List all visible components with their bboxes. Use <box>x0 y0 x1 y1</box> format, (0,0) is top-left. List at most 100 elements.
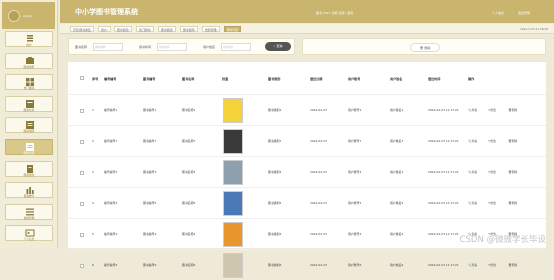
avatar[interactable] <box>8 10 20 22</box>
delete-button[interactable]: 🗑删除 <box>508 263 517 267</box>
tab-6[interactable]: 借阅管理/ <box>202 26 220 32</box>
sidebar: admin 用户图书类型热门图书图书信息图书借阅图书归还图书预约借阅统计系统管理… <box>0 0 58 248</box>
sidebar-item-8[interactable]: 系统管理 <box>5 204 53 220</box>
cell-cat: 图书类别1 <box>268 108 281 112</box>
tab-5[interactable]: 图书借阅/ <box>180 26 198 32</box>
tab-1[interactable]: 用户/ <box>98 26 111 32</box>
column-header-9: 借还时间 <box>428 62 462 94</box>
sidebar-item-2[interactable]: 热门图书 <box>5 74 53 90</box>
column-header-5: 图书类别 <box>268 62 302 94</box>
sidebar-item-7[interactable]: 借阅统计 <box>5 182 53 198</box>
tabs-bar: 首页/图书类型用户/图书借阅/热门图书/图书借阅/图书借阅/借阅管理/图书归还 … <box>60 24 554 34</box>
edit-label: 修改 <box>490 263 496 267</box>
sidebar-item-label: 图书归还 <box>6 151 52 155</box>
cell-code: 编号编号5 <box>104 201 117 205</box>
edit-button[interactable]: ✎修改 <box>488 201 496 205</box>
view-label: 查看 <box>471 170 477 174</box>
search-label-book-name: 图书名称 <box>75 45 87 49</box>
sidebar-item-3[interactable]: 图书信息 <box>5 96 53 112</box>
sidebar-item-0[interactable]: 用户 <box>5 31 53 47</box>
current-date: 2024-4-23 21:38:38 <box>520 27 548 31</box>
borrow-time-input[interactable]: 借书时间 <box>157 43 187 51</box>
column-header-7: 用户账号 <box>348 62 382 94</box>
cell-code: 编号编号1 <box>104 108 117 112</box>
search-panel: 图书名称 图书名称 借书时间 借书时间 用户姓名 用户姓名 ⌕ 查询 <box>68 38 295 55</box>
sidebar-item-6[interactable]: 图书预约 <box>5 161 53 177</box>
tab-0[interactable]: 首页/图书类型 <box>70 26 94 32</box>
row-checkbox[interactable] <box>80 264 84 268</box>
row-checkbox[interactable] <box>80 109 84 113</box>
view-button[interactable]: 🔍查看 <box>468 170 477 174</box>
cell-date: 2024-04-23 <box>310 232 327 236</box>
cell-acct: 用户账号5 <box>348 201 361 205</box>
header-info: 图书 2017 功能 实用 | 首页 <box>316 11 353 15</box>
cell-book_no: 图书编号4 <box>143 232 156 236</box>
user-name-input[interactable]: 用户姓名 <box>221 43 251 51</box>
table-row: 4编号编号5图书编号5图书名称5图书类别52024-04-23用户账号5用户姓名… <box>68 187 546 218</box>
tab-3[interactable]: 热门图书/ <box>136 26 154 32</box>
cell-cat: 图书类别3 <box>268 170 281 174</box>
cell-book_no: 图书编号7 <box>143 139 156 143</box>
search-label-borrow-time: 借书时间 <box>139 45 151 49</box>
row-checkbox[interactable] <box>80 202 84 206</box>
column-header-2: 图书编号 <box>143 62 177 94</box>
column-header-8: 用户姓名 <box>390 62 424 94</box>
view-label: 查看 <box>471 201 477 205</box>
view-button[interactable]: 🔍查看 <box>468 263 477 267</box>
select-all-checkbox[interactable] <box>80 76 84 80</box>
edit-button[interactable]: ✎修改 <box>488 108 496 112</box>
sidebar-item-label: 热门图书 <box>6 86 52 90</box>
row-checkbox[interactable] <box>80 140 84 144</box>
search-button[interactable]: ⌕ 查询 <box>265 42 291 51</box>
batch-delete-button[interactable]: 🗑 删除 <box>410 43 440 52</box>
cell-time: 2024-04-23 11:17:21 <box>428 201 459 205</box>
cell-code: 编号编号3 <box>104 170 117 174</box>
row-checkbox[interactable] <box>80 233 84 237</box>
row-checkbox[interactable] <box>80 171 84 175</box>
cell-cat: 图书类别6 <box>268 263 281 267</box>
view-button[interactable]: 🔍查看 <box>468 139 477 143</box>
view-button[interactable]: 🔍查看 <box>468 108 477 112</box>
book-name-input[interactable]: 图书名称 <box>93 43 123 51</box>
sidebar-item-4[interactable]: 图书借阅 <box>5 117 53 133</box>
sidebar-item-label: 系统管理 <box>6 216 52 220</box>
delete-button[interactable]: 🗑删除 <box>508 108 517 112</box>
cell-no: 6 <box>92 263 94 267</box>
cell-acct: 用户账号3 <box>348 170 361 174</box>
view-button[interactable]: 🔍查看 <box>468 201 477 205</box>
tab-2[interactable]: 图书借阅/ <box>114 26 132 32</box>
logout-link[interactable]: 退出登录 <box>518 11 530 15</box>
cell-code: 编号编号6 <box>104 263 117 267</box>
profile-link[interactable]: 个人信息 <box>492 11 504 15</box>
cell-no: 5 <box>92 232 94 236</box>
cell-date: 2024-04-23 <box>310 170 327 174</box>
cell-date: 2024-04-23 <box>310 263 327 267</box>
delete-button[interactable]: 🗑删除 <box>508 170 517 174</box>
cell-uname: 用户姓名5 <box>390 201 403 205</box>
sidebar-item-5[interactable]: 图书归还 <box>5 139 53 155</box>
tab-7[interactable]: 图书归还 <box>224 26 241 32</box>
edit-label: 修改 <box>490 108 496 112</box>
edit-button[interactable]: ✎修改 <box>488 170 496 174</box>
cell-time: 2024-04-23 11:17:21 <box>428 170 459 174</box>
sidebar-item-label: 借阅统计 <box>6 194 52 198</box>
delete-button[interactable]: 🗑删除 <box>508 139 517 143</box>
column-header-6: 借还日期 <box>310 62 344 94</box>
delete-button[interactable]: 🗑删除 <box>508 201 517 205</box>
book-cover-image <box>223 222 243 247</box>
book-cover-image <box>223 191 243 216</box>
sidebar-item-1[interactable]: 图书类型 <box>5 53 53 69</box>
cell-uname: 用户姓名4 <box>390 232 403 236</box>
sidebar-item-9[interactable]: 个人信息 <box>5 225 53 241</box>
cell-no: 4 <box>92 201 94 205</box>
tab-4[interactable]: 图书借阅/ <box>158 26 176 32</box>
edit-button[interactable]: ✎修改 <box>488 139 496 143</box>
cell-cat: 图书类别7 <box>268 139 281 143</box>
cell-cat: 图书类别5 <box>268 201 281 205</box>
cell-book_no: 图书编号3 <box>143 170 156 174</box>
delete-label: 删除 <box>512 201 518 205</box>
watermark: CSDN @微微学长毕设 <box>460 233 546 245</box>
delete-label: 删除 <box>512 170 518 174</box>
edit-button[interactable]: ✎修改 <box>488 263 496 267</box>
cell-time: 2024-04-23 11:17:21 <box>428 232 459 236</box>
